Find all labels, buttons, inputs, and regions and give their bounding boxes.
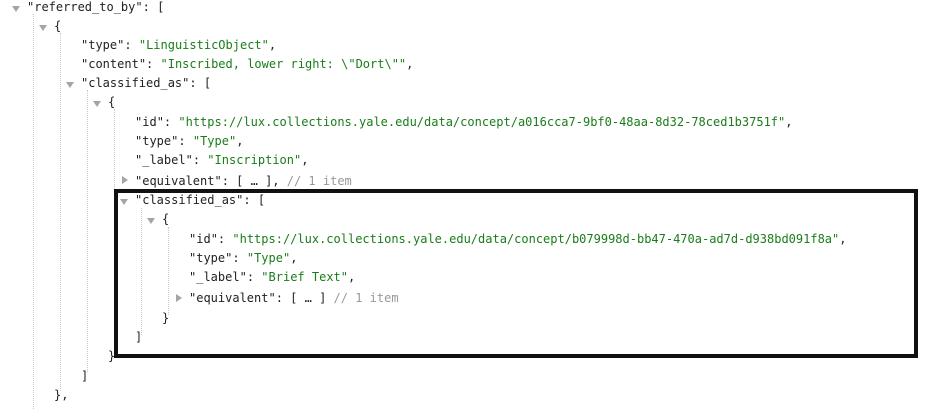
collapse-arrow-icon[interactable] xyxy=(12,6,20,12)
collapse-arrow-icon[interactable] xyxy=(93,101,101,107)
json-key: id xyxy=(196,232,211,246)
indent-guide xyxy=(87,90,88,372)
indent-guide xyxy=(141,208,142,335)
json-line-label: "_label": "Inscription", xyxy=(135,153,309,167)
json-key: _label xyxy=(142,153,186,167)
json-line-type: "type": "Type", xyxy=(189,251,298,265)
json-string-value: LinguisticObject xyxy=(146,38,262,52)
json-line-referred-to-by: "referred_to_by": [ xyxy=(27,0,165,14)
json-line-classified-as-nested: "classified_as": [ xyxy=(135,193,266,207)
json-url-value[interactable]: https://lux.collections.yale.edu/data/co… xyxy=(186,115,778,129)
json-line-object-close: } xyxy=(162,311,170,325)
json-key: referred_to_by xyxy=(34,0,136,14)
json-key: type xyxy=(88,38,118,52)
collapsed-array-ellipsis[interactable]: [ … ] xyxy=(290,291,326,305)
json-line-object-close: } xyxy=(108,349,116,363)
json-line-object-open: { xyxy=(162,212,170,226)
json-line-equivalent: "equivalent": [ … ] // 1 item xyxy=(189,291,399,305)
expand-arrow-icon[interactable] xyxy=(122,176,128,184)
json-string-value: Inscribed, lower right: \"Dort\" xyxy=(167,57,399,71)
json-url-value[interactable]: https://lux.collections.yale.edu/data/co… xyxy=(240,232,832,246)
json-string-value: Inscription xyxy=(214,153,294,167)
json-line-object-open: { xyxy=(108,95,116,109)
json-line-array-close: ] xyxy=(135,330,143,344)
json-line-object-close: }, xyxy=(54,388,69,402)
json-key: classified_as xyxy=(142,193,237,207)
collapse-arrow-icon[interactable] xyxy=(66,82,74,88)
json-line-classified-as: "classified_as": [ xyxy=(81,76,212,90)
json-line-label: "_label": "Brief Text", xyxy=(189,270,356,284)
collapse-arrow-icon[interactable] xyxy=(39,25,47,31)
json-key: equivalent xyxy=(142,174,215,188)
indent-guide xyxy=(33,14,34,409)
json-string-value: Type xyxy=(200,134,229,148)
json-key: content xyxy=(88,57,139,71)
json-key: classified_as xyxy=(88,76,183,90)
json-key: type xyxy=(142,134,172,148)
json-string-value: Brief Text xyxy=(268,270,341,284)
json-line-object-open: { xyxy=(54,19,62,33)
json-line-type: "type": "Type", xyxy=(135,134,244,148)
json-string-value: Type xyxy=(254,251,283,265)
json-line-array-close: ] xyxy=(81,369,89,383)
json-viewer: "referred_to_by": [ { "type": "Linguisti… xyxy=(0,0,928,409)
json-line-id: "id": "https://lux.collections.yale.edu/… xyxy=(135,115,793,129)
item-count-comment: // 1 item xyxy=(333,291,399,305)
indent-guide xyxy=(60,33,61,391)
indent-guide xyxy=(114,109,115,355)
json-line-equivalent: "equivalent": [ … ], // 1 item xyxy=(135,174,352,188)
json-line-content: "content": "Inscribed, lower right: \"Do… xyxy=(81,57,414,71)
json-key: _label xyxy=(196,270,240,284)
collapse-arrow-icon[interactable] xyxy=(120,199,128,205)
collapsed-array-ellipsis[interactable]: [ … ] xyxy=(236,174,272,188)
json-line-id: "id": "https://lux.collections.yale.edu/… xyxy=(189,232,847,246)
json-key: id xyxy=(142,115,157,129)
json-key: equivalent xyxy=(196,291,269,305)
indent-guide xyxy=(168,227,169,315)
json-key: type xyxy=(196,251,226,265)
item-count-comment: // 1 item xyxy=(286,174,352,188)
json-line-type: "type": "LinguisticObject", xyxy=(81,38,277,52)
collapse-arrow-icon[interactable] xyxy=(147,218,155,224)
expand-arrow-icon[interactable] xyxy=(176,294,182,302)
